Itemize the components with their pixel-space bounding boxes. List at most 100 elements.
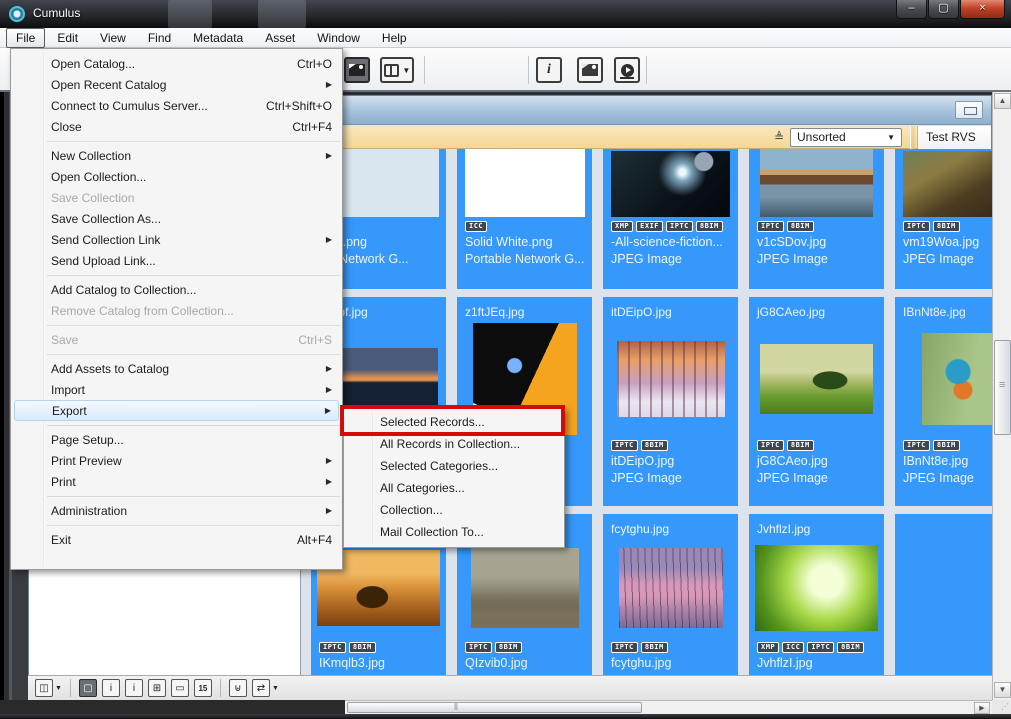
thumbnail-view-icon[interactable] (344, 57, 370, 83)
record-view-set-button[interactable]: Test RVS (917, 125, 991, 149)
vertical-scroll-thumb[interactable] (994, 340, 1011, 435)
record-thumbnail[interactable] (903, 151, 993, 217)
menu-item-exit[interactable]: Exit Alt+F4 (11, 529, 342, 550)
record-thumbnail[interactable] (470, 548, 579, 628)
menu-metadata[interactable]: Metadata (183, 28, 253, 48)
submenu-arrow-icon: ▶ (325, 506, 332, 515)
menu-window[interactable]: Window (307, 28, 370, 48)
menu-item-add-assets-to-catalog[interactable]: Add Assets to Catalog ▶ (11, 358, 342, 379)
record-tile[interactable]: IPTC 8BIM v1cSDov.jpg JPEG Image (749, 149, 884, 289)
metadata-badge-icc: ICC (782, 641, 805, 653)
record-tile[interactable]: itDEipO.jpg IPTC 8BIM itDEipO.jpg JPEG Image (603, 297, 738, 506)
menu-item-print[interactable]: Print ▶ (11, 471, 342, 492)
submenu-item-selected-categories[interactable]: Selected Categories... (344, 455, 564, 477)
window-title: Cumulus (33, 6, 81, 20)
details-view-icon[interactable]: i (124, 679, 143, 697)
menu-item-open-recent-catalog[interactable]: Open Recent Catalog ▶ (11, 74, 342, 95)
record-filename: IBnNt8e.jpg (903, 454, 969, 468)
resize-grip[interactable]: ⋰ (992, 700, 1011, 714)
horizontal-scroll-thumb[interactable] (347, 702, 642, 713)
record-thumbnail[interactable] (760, 149, 873, 217)
view-layout-icon[interactable]: ◫ (35, 679, 53, 697)
menu-item-export[interactable]: Export ▶ (14, 400, 339, 421)
submenu-item-all-categories[interactable]: All Categories... (344, 477, 564, 499)
menu-item-close[interactable]: Close Ctrl+F4 (11, 116, 342, 137)
record-thumbnail[interactable] (464, 149, 585, 217)
menu-item-remove-catalog-from-collection: Remove Catalog from Collection... (51, 303, 234, 318)
preview-window-icon[interactable] (577, 57, 603, 83)
record-filename: IKmqlb3.jpg (319, 656, 386, 670)
metadata-badge-8bim: 8BIM (348, 641, 376, 653)
menu-file[interactable]: File (6, 27, 46, 48)
record-filetype: Portable Network G... (465, 252, 585, 266)
calendar-view-icon[interactable]: 15 (193, 679, 212, 697)
record-tile[interactable]: fcytghu.jpg IPTC 8BIM fcytghu.jpg (603, 514, 738, 676)
metadata-badges: IPTC8BIM (319, 638, 438, 656)
video-window-icon[interactable] (614, 57, 640, 83)
sort-dropdown[interactable]: Unsorted ▼ (790, 127, 902, 147)
record-tile[interactable]: JvhflzI.jpg XMP ICC IPTC 8BIM JvhflzI.jpg (749, 514, 884, 676)
menu-item-save-collection-as[interactable]: Save Collection As... (11, 208, 342, 229)
menu-item-send-collection-link[interactable]: Send Collection Link ▶ (11, 229, 342, 250)
menu-item-open-collection[interactable]: Open Collection... (11, 166, 342, 187)
submenu-item-all-records-in-collection[interactable]: All Records in Collection... (344, 433, 564, 455)
record-thumbnail[interactable] (760, 343, 873, 414)
menu-item-page-setup[interactable]: Page Setup... (11, 429, 342, 450)
menu-view[interactable]: View (90, 28, 136, 48)
workflow-icon[interactable]: ⇄ (251, 679, 270, 697)
record-filetype: JPEG Image (903, 252, 974, 266)
menu-asset[interactable]: Asset (255, 28, 305, 48)
close-button[interactable]: × (960, 0, 1005, 19)
info-window-icon[interactable]: i (536, 57, 562, 83)
record-tile[interactable]: jG8CAeo.jpg IPTC 8BIM jG8CAeo.jpg JPEG Image (749, 297, 884, 506)
info-view-icon[interactable]: i (101, 679, 120, 697)
collapse-button[interactable] (955, 101, 983, 119)
record-filename: QIzvib0.jpg (465, 656, 528, 670)
submenu-arrow-icon: ▶ (325, 477, 332, 486)
minimize-button[interactable]: – (896, 0, 927, 19)
menu-help[interactable]: Help (372, 28, 417, 48)
scroll-right-arrow[interactable]: ▶ (974, 702, 990, 714)
record-thumbnail[interactable] (616, 340, 725, 417)
scroll-down-arrow[interactable]: ▼ (994, 682, 1011, 698)
record-tile[interactable]: IPTC 8BIM vm19Woa.jpg JPEG Image (895, 149, 993, 289)
scroll-up-arrow[interactable]: ▲ (994, 93, 1011, 109)
record-thumbnail[interactable] (921, 332, 993, 425)
menu-item-connect-to-server[interactable]: Connect to Cumulus Server... Ctrl+Shift+O (11, 95, 342, 116)
menu-item-administration[interactable]: Administration ▶ (11, 500, 342, 521)
horizontal-scrollbar[interactable]: ▶ (345, 700, 992, 714)
preview-view-icon[interactable]: ▭ (170, 679, 189, 697)
metadata-badge-iptc: IPTC (903, 439, 930, 451)
record-thumbnail[interactable] (611, 151, 730, 217)
vertical-scrollbar[interactable]: ▲ ▼ (992, 92, 1011, 700)
basket-icon[interactable]: ⊎ (228, 679, 247, 697)
menu-item-save-collection: Save Collection (51, 190, 135, 205)
menu-item-new-collection[interactable]: New Collection ▶ (11, 145, 342, 166)
submenu-arrow-icon: ▶ (325, 456, 332, 465)
view-layout-icon[interactable]: ▼ (380, 57, 414, 83)
menu-item-import[interactable]: Import ▶ (11, 379, 342, 400)
menu-item-send-upload-link[interactable]: Send Upload Link... (11, 250, 342, 271)
cumulus-window: Cumulus – ▢ × File Edit View Find Metada… (0, 0, 1011, 719)
metadata-badges (903, 638, 993, 656)
record-tile[interactable]: IBnNt8e.jpg IPTC 8BIM IBnNt8e.jpg JPEG Image (895, 297, 993, 506)
record-thumbnail[interactable] (618, 548, 723, 628)
menu-find[interactable]: Find (138, 28, 181, 48)
menu-edit[interactable]: Edit (47, 28, 88, 48)
thumbnail-view-icon[interactable]: ▢ (78, 679, 97, 697)
record-filetype: JPEG Image (757, 471, 828, 485)
record-tile[interactable]: ICC Solid White.png Portable Network G... (457, 149, 592, 289)
menu-item-print-preview[interactable]: Print Preview ▶ (11, 450, 342, 471)
sort-direction-icon[interactable]: ≜ (774, 130, 784, 144)
submenu-item-mail-collection-to[interactable]: Mail Collection To... (344, 521, 564, 543)
submenu-item-collection[interactable]: Collection... (344, 499, 564, 521)
menu-item-open-catalog[interactable]: Open Catalog... Ctrl+O (11, 53, 342, 74)
metadata-badge-iptc: IPTC (903, 220, 930, 232)
metadata-badge-iptc: IPTC (807, 641, 835, 653)
grid-view-icon[interactable]: ⊞ (147, 679, 166, 697)
record-tile[interactable]: XMP EXIF IPTC 8BIM -All-science-fiction... JP… (603, 149, 738, 289)
menu-item-add-catalog-to-collection[interactable]: Add Catalog to Collection... (11, 279, 342, 300)
maximize-button[interactable]: ▢ (928, 0, 959, 19)
record-thumbnail[interactable] (755, 545, 878, 631)
record-tile[interactable] (895, 514, 993, 676)
